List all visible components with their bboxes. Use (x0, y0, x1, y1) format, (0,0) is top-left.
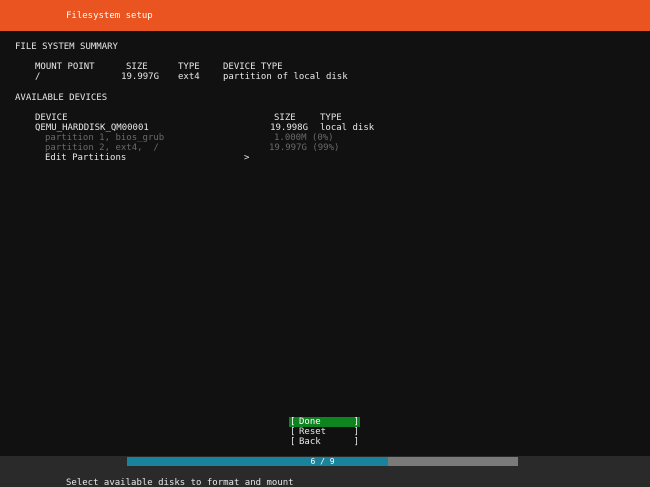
devices-col-type: TYPE (320, 113, 342, 123)
summary-col-device-type: DEVICE TYPE (223, 62, 283, 72)
summary-heading: FILE SYSTEM SUMMARY (15, 42, 118, 52)
header-bar: Filesystem setup (0, 0, 650, 31)
progress-text: 6 / 9 (310, 457, 335, 466)
summary-mount-point: / (35, 72, 41, 82)
chevron-right-icon: > (244, 153, 250, 163)
edit-partitions-label: Edit Partitions (45, 153, 127, 163)
status-text: Select available disks to format and mou… (66, 478, 294, 487)
done-button[interactable]: [ Done ] (289, 417, 360, 427)
summary-col-type: TYPE (178, 62, 200, 72)
summary-col-mount-point: MOUNT POINT (35, 62, 95, 72)
footer-bar: 6 / 9 Select available disks to format a… (0, 456, 650, 487)
devices-heading: AVAILABLE DEVICES (15, 93, 108, 103)
bracket-close: ] (353, 427, 359, 437)
bracket-close: ] (353, 437, 359, 447)
devices-col-size: SIZE (274, 113, 296, 123)
bracket-close: ] (353, 417, 359, 427)
page-title: Filesystem setup (66, 11, 153, 21)
devices-col-device: DEVICE (35, 113, 68, 123)
back-button-label: Back (299, 437, 321, 447)
partition-label: partition 1, bios_grub (45, 133, 165, 143)
installer-screen: Filesystem setup FILE SYSTEM SUMMARY MOU… (0, 0, 650, 487)
reset-button-label: Reset (299, 427, 327, 437)
progress-bar: 6 / 9 (127, 457, 518, 466)
bracket-open: [ (290, 417, 296, 427)
summary-size: 19.997G (121, 72, 159, 82)
disk-name: QEMU_HARDDISK_QM00001 (35, 123, 149, 133)
back-button[interactable]: [ Back ] (289, 437, 360, 447)
partition-size: 1.000M (0%) (274, 133, 334, 143)
summary-device-type: partition of local disk (223, 72, 348, 82)
bracket-open: [ (290, 427, 296, 437)
summary-type: ext4 (178, 72, 200, 82)
partition-label: partition 2, ext4, / (45, 143, 159, 153)
summary-col-size: SIZE (126, 62, 148, 72)
bracket-open: [ (290, 437, 296, 447)
disk-type: local disk (320, 123, 375, 133)
done-button-label: Done (299, 417, 321, 427)
reset-button[interactable]: [ Reset ] (289, 427, 360, 437)
partition-size: 19.997G (99%) (269, 143, 340, 153)
disk-size: 19.998G (270, 123, 308, 133)
